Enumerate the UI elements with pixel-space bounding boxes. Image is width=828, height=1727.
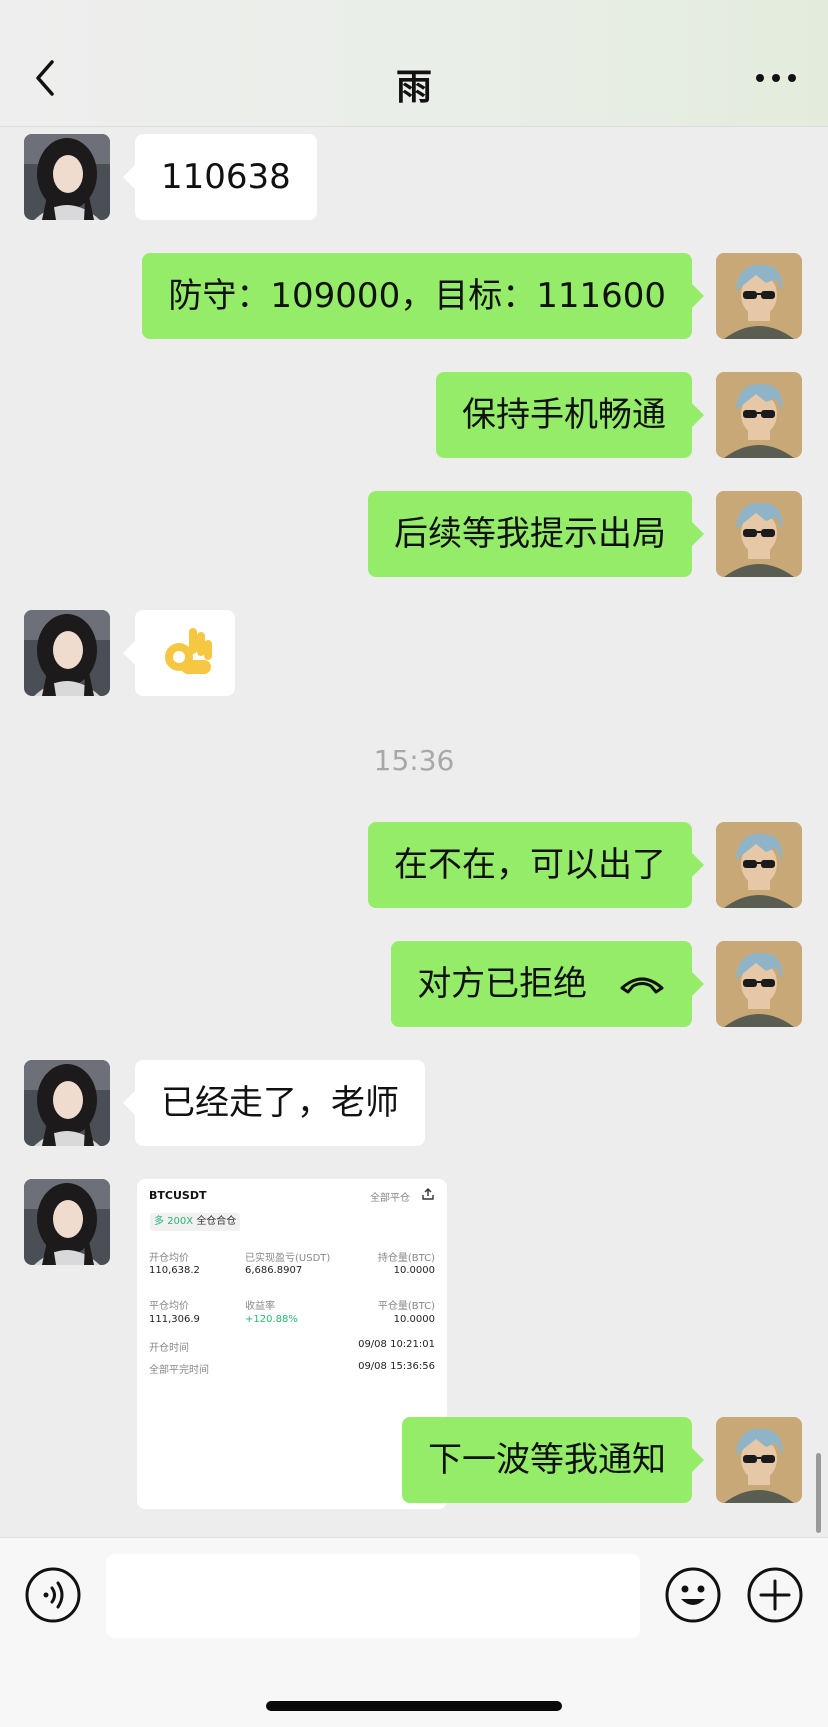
message-text: 110638 bbox=[161, 157, 291, 197]
open-avg-value: 110,638.2 bbox=[149, 1265, 200, 1276]
closed-qty-value: 10.0000 bbox=[393, 1314, 435, 1325]
input-bar bbox=[0, 1537, 828, 1727]
call-record-bubble[interactable]: 对方已拒绝 bbox=[391, 941, 704, 1027]
emoji-button[interactable] bbox=[664, 1566, 722, 1624]
trade-symbol: BTCUSDT bbox=[149, 1189, 207, 1202]
close-time-label: 全部平完时间 bbox=[149, 1365, 209, 1376]
message-text: 保持手机畅通 bbox=[462, 395, 666, 435]
close-avg-label: 平仓均价 bbox=[149, 1301, 189, 1312]
message-bubble[interactable]: 下一波等我通知 bbox=[402, 1417, 704, 1503]
phone-hangup-icon bbox=[620, 977, 664, 993]
position-tag: 多 200X 全仓合仓 bbox=[150, 1213, 241, 1231]
message-text: 后续等我提示出局 bbox=[394, 514, 666, 554]
realized-pnl-label: 已实现盈亏(USDT) bbox=[245, 1253, 331, 1264]
message-list[interactable]: 110638 防守：109000，目标：111600 保持手机畅通 后续等我提示… bbox=[0, 127, 828, 1537]
ok-hand-emoji bbox=[165, 628, 212, 674]
open-avg-label: 开仓均价 bbox=[149, 1253, 189, 1264]
plus-circle-icon bbox=[747, 1567, 803, 1623]
message-bubble[interactable]: 后续等我提示出局 bbox=[368, 491, 704, 577]
close-all-label: 全部平仓 bbox=[370, 1193, 410, 1204]
more-button[interactable] bbox=[754, 70, 798, 86]
contact-avatar[interactable] bbox=[24, 134, 110, 220]
message-timestamp: 15:36 bbox=[373, 744, 455, 777]
close-time-value: 09/08 15:36:56 bbox=[358, 1361, 435, 1372]
message-text: 下一波等我通知 bbox=[428, 1440, 666, 1480]
message-text: 在不在，可以出了 bbox=[394, 845, 666, 885]
more-functions-button[interactable] bbox=[746, 1566, 804, 1624]
scrollbar[interactable] bbox=[816, 1453, 821, 1533]
closed-qty-label: 平仓量(BTC) bbox=[377, 1301, 435, 1312]
message-text: 已经走了，老师 bbox=[161, 1083, 399, 1123]
message-input[interactable] bbox=[106, 1554, 640, 1638]
message-bubble[interactable]: 110638 bbox=[123, 134, 317, 220]
contact-avatar[interactable] bbox=[24, 1060, 110, 1146]
share-icon bbox=[422, 1188, 434, 1200]
close-avg-value: 111,306.9 bbox=[149, 1314, 200, 1325]
voice-button[interactable] bbox=[24, 1566, 82, 1624]
message-text: 防守：109000，目标：111600 bbox=[168, 276, 666, 316]
home-indicator[interactable] bbox=[266, 1701, 562, 1711]
my-avatar[interactable] bbox=[716, 372, 802, 458]
chat-header: 雨 bbox=[0, 0, 828, 127]
message-bubble[interactable]: 在不在，可以出了 bbox=[368, 822, 704, 908]
message-bubble[interactable]: 防守：109000，目标：111600 bbox=[142, 253, 704, 339]
trade-screenshot-image[interactable]: BTCUSDT 全部平仓 多 200X 全仓合仓 开仓均价 已实现盈亏(USDT… bbox=[137, 1179, 447, 1509]
my-avatar[interactable] bbox=[716, 822, 802, 908]
my-avatar[interactable] bbox=[716, 941, 802, 1027]
position-label: 持仓量(BTC) bbox=[377, 1253, 435, 1264]
contact-avatar[interactable] bbox=[24, 1179, 110, 1265]
my-avatar[interactable] bbox=[716, 1417, 802, 1503]
chat-title: 雨 bbox=[395, 67, 432, 108]
roi-value: +120.88% bbox=[245, 1314, 298, 1325]
more-horizontal-icon bbox=[756, 74, 796, 82]
call-status-text: 对方已拒绝 bbox=[417, 964, 588, 1004]
message-bubble[interactable]: 已经走了，老师 bbox=[123, 1060, 425, 1146]
my-avatar[interactable] bbox=[716, 253, 802, 339]
roi-label: 收益率 bbox=[245, 1301, 275, 1312]
voice-icon bbox=[25, 1567, 81, 1623]
open-time-value: 09/08 10:21:01 bbox=[358, 1339, 435, 1350]
open-time-label: 开仓时间 bbox=[149, 1343, 189, 1354]
message-bubble[interactable] bbox=[123, 610, 235, 696]
position-value: 10.0000 bbox=[393, 1265, 435, 1276]
realized-pnl-value: 6,686.8907 bbox=[245, 1265, 303, 1276]
emoji-icon bbox=[665, 1567, 721, 1623]
contact-avatar[interactable] bbox=[24, 610, 110, 696]
message-bubble[interactable]: 保持手机畅通 bbox=[436, 372, 704, 458]
my-avatar[interactable] bbox=[716, 491, 802, 577]
